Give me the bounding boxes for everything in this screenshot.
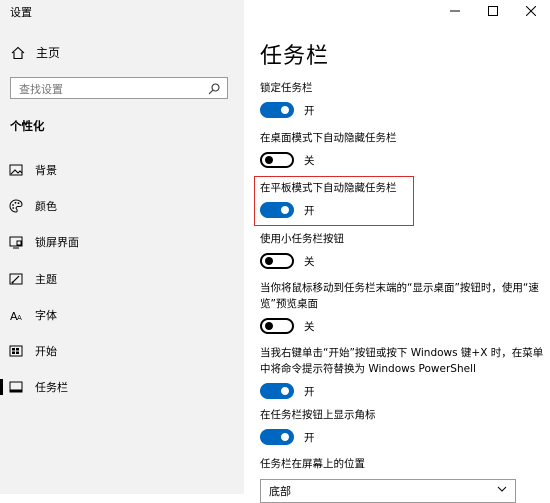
section-title: 个性化 bbox=[10, 119, 45, 133]
start-icon bbox=[9, 344, 23, 358]
taskbar-icon bbox=[9, 380, 23, 394]
setting-lock-taskbar: 锁定任务栏 开 bbox=[260, 80, 544, 118]
setting-peek: 当你将鼠标移动到任务栏末端的“显示桌面”按钮时，使用“速览”预览桌面 关 bbox=[260, 280, 544, 334]
sidebar-item-taskbar[interactable]: 任务栏 bbox=[0, 373, 244, 401]
sidebar-item-lock-screen[interactable]: 锁屏界面 bbox=[0, 228, 244, 256]
svg-text:A: A bbox=[17, 314, 22, 322]
setting-label: 当你将鼠标移动到任务栏末端的“显示桌面”按钮时，使用“速览”预览桌面 bbox=[260, 282, 539, 310]
home-nav[interactable]: 主页 bbox=[10, 44, 60, 61]
badges-toggle[interactable] bbox=[260, 429, 294, 445]
app-title: 设置 bbox=[10, 6, 32, 19]
setting-powershell: 当我右键单击“开始”按钮或按下 Windows 键+X 时，在菜单中将命令提示符… bbox=[260, 345, 544, 399]
window-controls bbox=[436, 0, 550, 22]
toggle-state: 开 bbox=[304, 385, 315, 398]
sidebar-item-label: 任务栏 bbox=[35, 381, 68, 394]
setting-autohide-tablet: 在平板模式下自动隐藏任务栏 开 bbox=[260, 180, 544, 218]
close-icon bbox=[526, 6, 536, 16]
setting-label: 在任务栏按钮上显示角标 bbox=[260, 409, 376, 421]
setting-small-buttons: 使用小任务栏按钮 关 bbox=[260, 231, 544, 269]
maximize-icon bbox=[488, 6, 498, 16]
setting-label: 使用小任务栏按钮 bbox=[260, 233, 344, 245]
sidebar-item-label: 锁屏界面 bbox=[35, 236, 79, 249]
sidebar-item-themes[interactable]: 主题 bbox=[0, 265, 244, 293]
sidebar-item-start[interactable]: 开始 bbox=[0, 337, 244, 365]
home-icon bbox=[10, 45, 26, 61]
setting-badges: 在任务栏按钮上显示角标 开 bbox=[260, 407, 544, 445]
autohide-desktop-toggle[interactable] bbox=[260, 152, 294, 168]
toggle-state: 开 bbox=[304, 204, 315, 217]
minimize-button[interactable] bbox=[436, 0, 474, 22]
small-buttons-toggle[interactable] bbox=[260, 253, 294, 269]
close-button[interactable] bbox=[512, 0, 550, 22]
setting-label: 在桌面模式下自动隐藏任务栏 bbox=[260, 132, 397, 144]
sidebar-item-label: 主题 bbox=[35, 273, 57, 286]
toggle-state: 关 bbox=[304, 255, 315, 268]
toggle-state: 开 bbox=[304, 104, 315, 117]
home-label: 主页 bbox=[36, 46, 61, 60]
peek-toggle[interactable] bbox=[260, 318, 294, 334]
sidebar-item-colors[interactable]: 颜色 bbox=[0, 192, 244, 220]
palette-icon bbox=[9, 199, 23, 213]
position-label: 任务栏在屏幕上的位置 bbox=[260, 458, 365, 470]
search-box[interactable] bbox=[10, 77, 228, 100]
minimize-icon bbox=[450, 10, 460, 12]
sidebar-item-label: 开始 bbox=[35, 345, 57, 358]
sidebar-item-fonts[interactable]: AA 字体 bbox=[0, 301, 244, 329]
image-icon bbox=[9, 163, 23, 177]
sidebar-item-label: 颜色 bbox=[35, 200, 57, 213]
setting-label: 锁定任务栏 bbox=[260, 82, 313, 94]
sidebar-item-label: 背景 bbox=[35, 164, 57, 177]
setting-label: 在平板模式下自动隐藏任务栏 bbox=[260, 182, 397, 194]
powershell-toggle[interactable] bbox=[260, 383, 294, 399]
toggle-state: 开 bbox=[304, 431, 315, 444]
search-input[interactable] bbox=[11, 79, 209, 100]
autohide-tablet-toggle[interactable] bbox=[260, 202, 294, 218]
main-panel: 任务栏 锁定任务栏 开 在桌面模式下自动隐藏任务栏 关 在平板模式下自动隐藏任务… bbox=[244, 0, 550, 503]
sidebar-item-background[interactable]: 背景 bbox=[0, 156, 244, 184]
setting-autohide-desktop: 在桌面模式下自动隐藏任务栏 关 bbox=[260, 130, 544, 168]
theme-icon bbox=[9, 272, 23, 286]
chevron-down-icon bbox=[497, 486, 507, 492]
setting-position: 任务栏在屏幕上的位置 bbox=[260, 456, 544, 472]
sidebar: 设置 主页 个性化 背景 颜色 锁屏界面 主题 bbox=[0, 0, 244, 494]
dropdown-value: 底部 bbox=[269, 485, 291, 498]
lock-screen-icon bbox=[9, 235, 23, 249]
taskbar-position-select[interactable]: 底部 bbox=[260, 479, 516, 503]
setting-label: 当我右键单击“开始”按钮或按下 Windows 键+X 时，在菜单中将命令提示符… bbox=[260, 347, 544, 375]
toggle-state: 关 bbox=[304, 320, 315, 333]
sidebar-item-label: 字体 bbox=[35, 309, 57, 322]
page-title: 任务栏 bbox=[260, 44, 330, 69]
lock-taskbar-toggle[interactable] bbox=[260, 102, 294, 118]
toggle-state: 关 bbox=[304, 154, 315, 167]
font-icon: AA bbox=[9, 308, 23, 322]
maximize-button[interactable] bbox=[474, 0, 512, 22]
search-icon[interactable] bbox=[207, 81, 221, 95]
